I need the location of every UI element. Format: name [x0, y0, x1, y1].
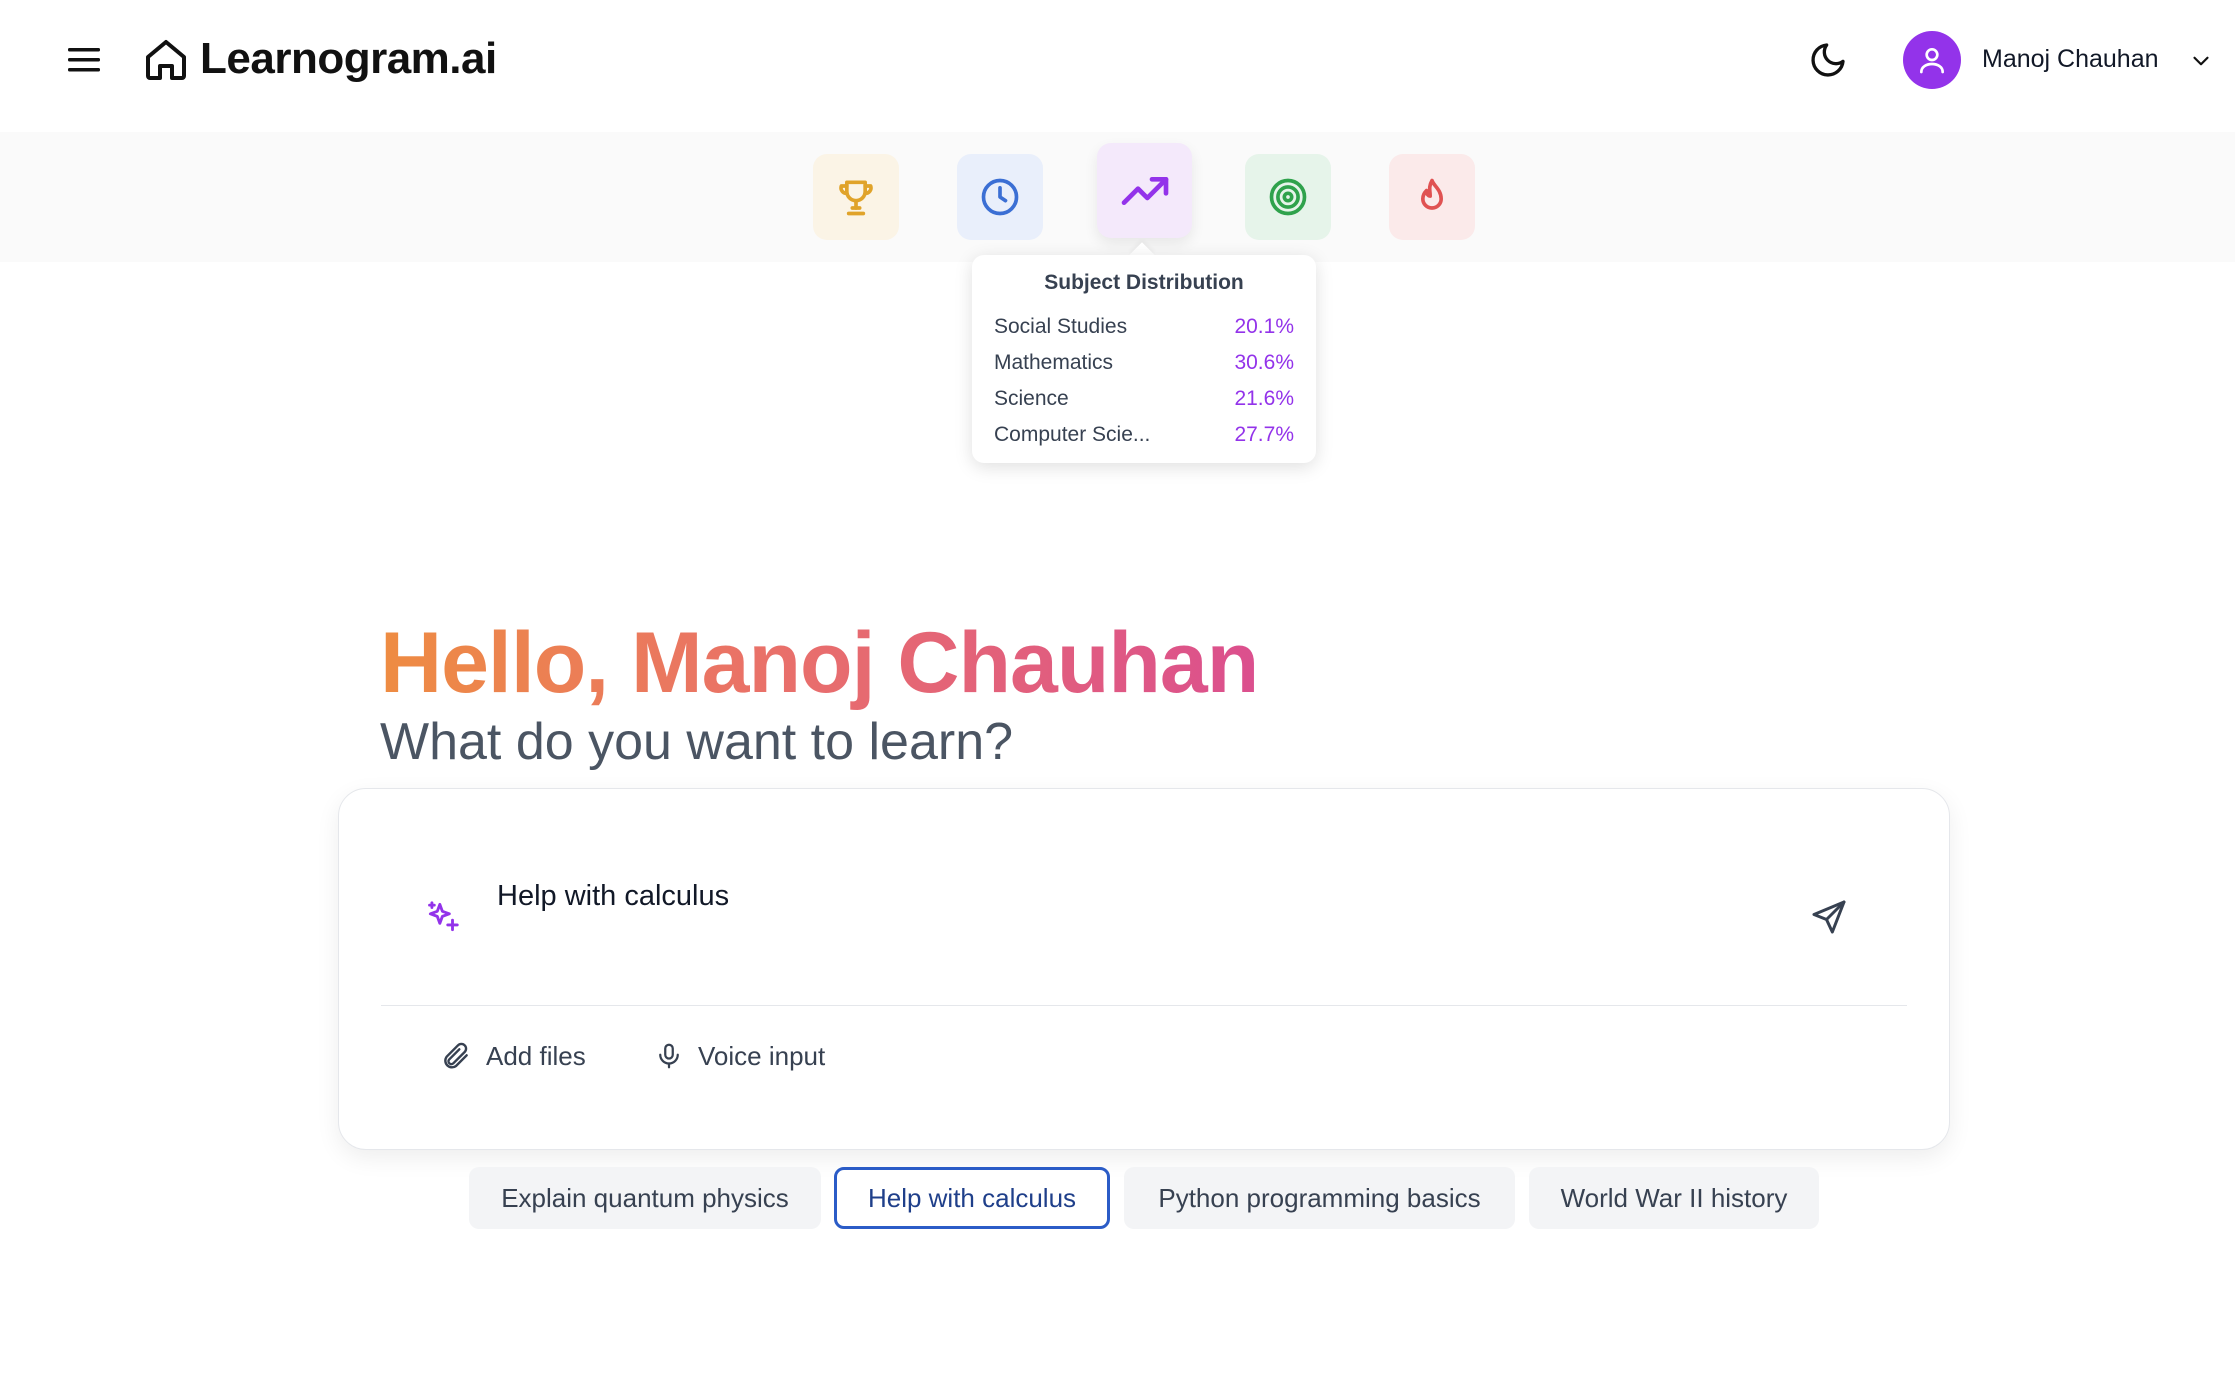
suggestion-chip-selected[interactable]: Help with calculus [834, 1167, 1110, 1229]
divider [381, 1005, 1907, 1006]
add-files-button[interactable]: Add files [440, 1036, 586, 1076]
streak-stat-button[interactable] [1389, 154, 1475, 240]
greeting-heading: Hello, Manoj Chauhan [380, 615, 1259, 711]
microphone-icon [659, 1043, 679, 1069]
user-icon [1920, 48, 1944, 74]
voice-input-label: Voice input [698, 1040, 826, 1071]
voice-input-button[interactable]: Voice input [654, 1036, 825, 1076]
subject-distribution-tooltip: Subject Distribution Social Studies 20.1… [972, 255, 1316, 463]
tooltip-row: Social Studies 20.1% [994, 309, 1294, 345]
user-name[interactable]: Manoj Chauhan [1982, 45, 2159, 74]
chevron-down-icon[interactable] [2188, 48, 2214, 74]
tooltip-row: Mathematics 30.6% [994, 345, 1294, 381]
subject-label: Computer Scie... [994, 423, 1151, 446]
greeting-subtitle: What do you want to learn? [380, 713, 1014, 771]
achievements-stat-button[interactable] [813, 154, 899, 240]
subject-label: Social Studies [994, 315, 1128, 338]
clock-icon [981, 178, 1019, 216]
add-files-label: Add files [486, 1040, 586, 1071]
avatar[interactable] [1903, 31, 1961, 89]
trending-up-icon [1121, 176, 1168, 205]
home-icon[interactable] [142, 36, 190, 84]
subject-percent: 30.6% [1234, 351, 1294, 374]
top-header: Learnogram.ai Manoj Chauhan [0, 0, 2235, 132]
tooltip-title: Subject Distribution [1044, 271, 1244, 294]
subject-percent: 21.6% [1234, 387, 1294, 410]
paperclip-icon [444, 1042, 468, 1069]
subject-label: Science [994, 387, 1069, 410]
prompt-composer [338, 788, 1950, 1150]
subject-label: Mathematics [994, 351, 1114, 374]
subject-percent: 20.1% [1234, 315, 1294, 338]
brand-title[interactable]: Learnogram.ai [200, 34, 497, 84]
suggestion-chip[interactable]: Explain quantum physics [469, 1167, 821, 1229]
menu-icon[interactable] [64, 40, 108, 80]
study-time-stat-button[interactable] [957, 154, 1043, 240]
flame-icon [1421, 178, 1443, 210]
tooltip-row: Computer Scie... 27.7% [994, 417, 1294, 453]
subject-distribution-stat-button[interactable] [1097, 143, 1192, 238]
moon-icon[interactable] [1808, 40, 1848, 80]
goals-stat-button[interactable] [1245, 154, 1331, 240]
send-icon[interactable] [1809, 897, 1849, 937]
subject-percent: 27.7% [1234, 423, 1294, 446]
sparkles-icon [424, 898, 462, 936]
target-icon [1269, 178, 1307, 216]
trophy-icon [839, 180, 873, 216]
suggestion-chip[interactable]: World War II history [1529, 1167, 1819, 1229]
prompt-input[interactable]: Help with calculus [497, 880, 729, 913]
suggestion-chip[interactable]: Python programming basics [1124, 1167, 1515, 1229]
tooltip-row: Science 21.6% [994, 381, 1294, 417]
